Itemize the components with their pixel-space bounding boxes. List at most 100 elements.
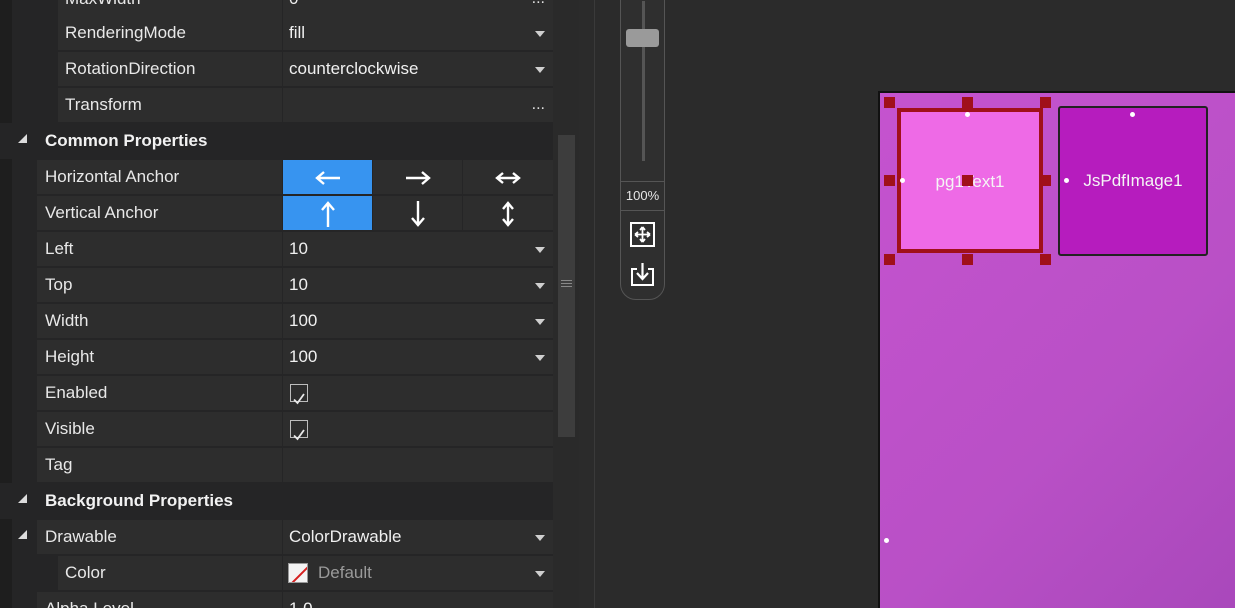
prop-name: Visible xyxy=(37,412,282,446)
resize-handle-left[interactable] xyxy=(884,175,895,186)
dropdown-drawable[interactable]: ColorDrawable xyxy=(283,520,553,554)
prop-row-alpha-level[interactable]: Alpha Level 1.0 xyxy=(0,591,553,608)
collapse-triangle-icon[interactable] xyxy=(18,134,27,143)
arrow-left-icon xyxy=(314,170,340,185)
collapse-triangle-icon[interactable] xyxy=(18,530,27,539)
arrow-left-right-icon xyxy=(495,171,521,184)
check-icon xyxy=(293,393,305,405)
prop-name: RenderingMode xyxy=(58,16,282,50)
prop-value-text: ColorDrawable xyxy=(289,527,402,546)
dropdown-rotation-direction[interactable]: counterclockwise xyxy=(283,52,553,86)
chevron-down-icon[interactable] xyxy=(535,355,545,361)
ellipsis-button[interactable]: ... xyxy=(532,0,545,16)
prop-name: Tag xyxy=(37,448,282,482)
prop-row-enabled: Enabled xyxy=(0,375,553,411)
anchor-dot xyxy=(900,178,905,183)
anchor-dot xyxy=(1130,112,1135,117)
chevron-down-icon[interactable] xyxy=(535,571,545,577)
export-button[interactable] xyxy=(629,261,656,288)
chevron-down-icon[interactable] xyxy=(535,31,545,37)
anchor-right-button[interactable] xyxy=(373,160,462,194)
prop-name: Top xyxy=(37,268,282,302)
section-title: Common Properties xyxy=(45,131,208,150)
dropdown-height[interactable]: 100 xyxy=(283,340,553,374)
dropdown-alpha-level[interactable]: 1.0 xyxy=(283,592,553,608)
prop-row-transform[interactable]: Transform ... xyxy=(0,87,553,123)
prop-row-rendering-mode[interactable]: RenderingMode fill xyxy=(0,15,553,51)
dropdown-rendering-mode[interactable]: fill xyxy=(283,16,553,50)
zoom-slider-track[interactable] xyxy=(642,1,645,161)
dropdown-left[interactable]: 10 xyxy=(283,232,553,266)
prop-row-top[interactable]: Top 10 xyxy=(0,267,553,303)
prop-name: Left xyxy=(37,232,282,266)
anchor-left-button[interactable] xyxy=(283,160,372,194)
ellipsis-button[interactable]: ... xyxy=(532,88,545,122)
arrow-up-down-icon xyxy=(502,200,514,227)
no-color-swatch-icon xyxy=(288,563,308,583)
prop-name: RotationDirection xyxy=(58,52,282,86)
chevron-down-icon[interactable] xyxy=(535,319,545,325)
resize-handle-top[interactable] xyxy=(962,97,973,108)
prop-value-text: 1.0 xyxy=(289,599,313,608)
chevron-down-icon[interactable] xyxy=(535,535,545,541)
zoom-slider-thumb[interactable] xyxy=(626,29,659,47)
anchor-dot xyxy=(965,112,970,117)
anchor-stretch-vertical-button[interactable] xyxy=(463,196,553,230)
prop-value-text: counterclockwise xyxy=(289,59,419,78)
prop-row-left[interactable]: Left 10 xyxy=(0,231,553,267)
visible-checkbox[interactable] xyxy=(290,420,308,441)
zoom-level-label: 100% xyxy=(625,188,660,203)
anchor-bottom-button[interactable] xyxy=(373,196,462,230)
grip-icon xyxy=(561,280,572,290)
move-handle-center[interactable] xyxy=(962,175,973,186)
prop-row-rotation-direction[interactable]: RotationDirection counterclockwise xyxy=(0,51,553,87)
panel-splitter[interactable] xyxy=(579,0,595,608)
prop-value-visible xyxy=(283,412,553,446)
prop-name: Vertical Anchor xyxy=(37,196,282,230)
resize-handle-right[interactable] xyxy=(1040,175,1051,186)
collapse-triangle-icon[interactable] xyxy=(18,494,27,503)
prop-value-transform[interactable]: ... xyxy=(283,88,553,122)
prop-value-text: 10 xyxy=(289,239,308,258)
arrow-up-icon xyxy=(320,200,335,227)
prop-name: Drawable xyxy=(37,520,282,554)
section-background-properties[interactable]: Background Properties xyxy=(0,483,553,519)
resize-handle-bottom[interactable] xyxy=(962,254,973,265)
prop-value-max-width[interactable]: 0 ... xyxy=(283,0,553,16)
prop-value-enabled xyxy=(283,376,553,410)
chevron-down-icon[interactable] xyxy=(535,247,545,253)
prop-value-text: fill xyxy=(289,23,306,42)
tag-input[interactable] xyxy=(283,448,553,482)
enabled-checkbox[interactable] xyxy=(290,384,308,405)
resize-handle-top-left[interactable] xyxy=(884,97,895,108)
dropdown-top[interactable]: 10 xyxy=(283,268,553,302)
anchor-stretch-horizontal-button[interactable] xyxy=(463,160,553,194)
prop-row-width[interactable]: Width 100 xyxy=(0,303,553,339)
prop-name: Enabled xyxy=(37,376,282,410)
anchor-dot xyxy=(1064,178,1069,183)
dropdown-width[interactable]: 100 xyxy=(283,304,553,338)
resize-handle-bottom-right[interactable] xyxy=(1040,254,1051,265)
check-icon xyxy=(293,429,305,441)
chevron-down-icon[interactable] xyxy=(535,283,545,289)
prop-name: Height xyxy=(37,340,282,374)
chevron-down-icon[interactable] xyxy=(535,67,545,73)
anchor-top-button[interactable] xyxy=(283,196,372,230)
prop-row-tag[interactable]: Tag xyxy=(0,447,553,483)
prop-row-drawable[interactable]: Drawable ColorDrawable xyxy=(0,519,553,555)
arrow-right-icon xyxy=(405,170,431,185)
zoom-toolbar: 100% xyxy=(620,0,665,300)
dropdown-color[interactable]: Default xyxy=(283,556,553,590)
property-grid: MaxWidth 0 ... RenderingMode fill Rotati… xyxy=(0,0,553,608)
prop-row-height[interactable]: Height 100 xyxy=(0,339,553,375)
fit-to-screen-button[interactable] xyxy=(629,221,656,248)
resize-handle-top-right[interactable] xyxy=(1040,97,1051,108)
element-label: JsPdfImage1 xyxy=(1083,171,1183,190)
prop-value-text: Default xyxy=(318,563,372,582)
resize-handle-bottom-left[interactable] xyxy=(884,254,895,265)
prop-row-color[interactable]: Color Default xyxy=(0,555,553,591)
section-common-properties[interactable]: Common Properties xyxy=(0,123,553,159)
canvas-image-element[interactable]: JsPdfImage1 xyxy=(1058,106,1208,256)
prop-name: MaxWidth xyxy=(58,0,282,16)
download-icon xyxy=(631,263,654,286)
